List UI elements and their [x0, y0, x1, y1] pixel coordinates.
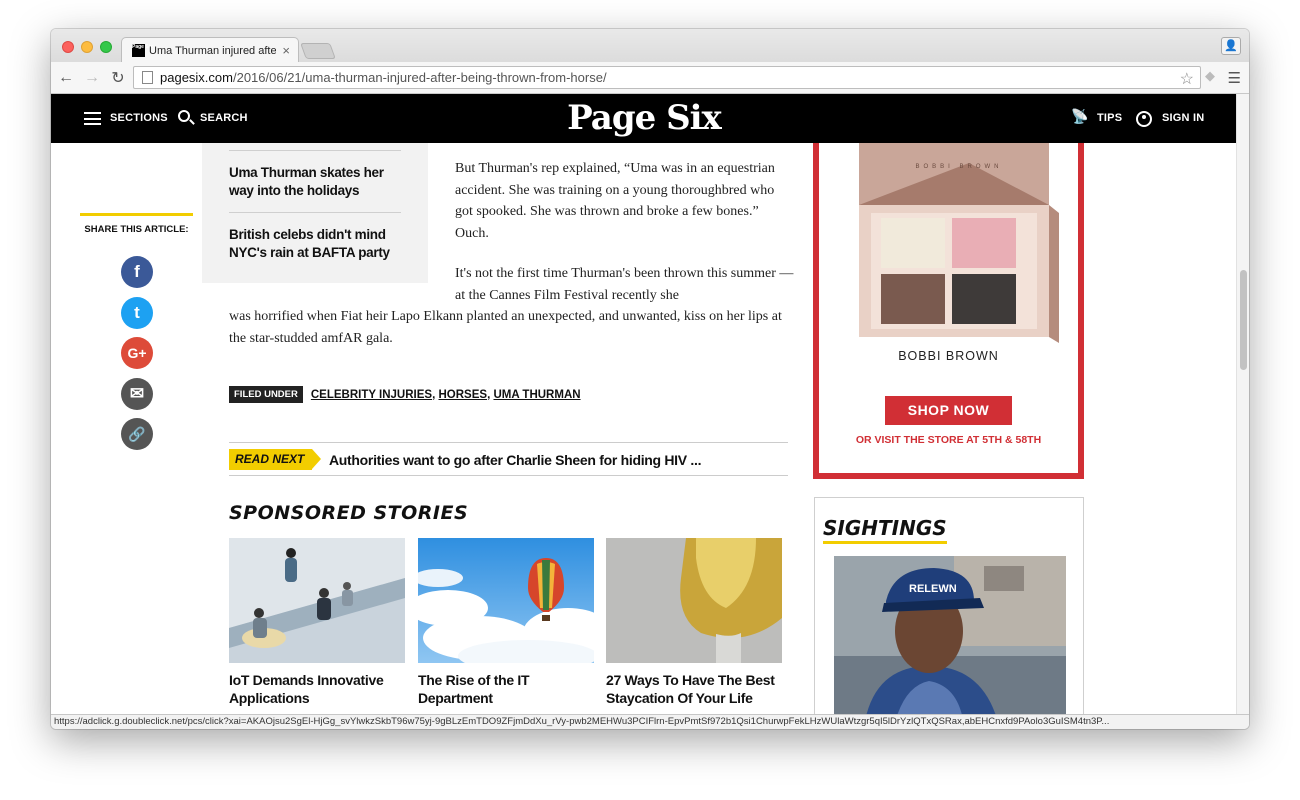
search-link[interactable]: SEARCH [200, 112, 248, 124]
shop-now-button[interactable]: SHOP NOW [885, 396, 1012, 425]
sightings-module: SIGHTINGS RELEWN [814, 497, 1084, 714]
facebook-icon[interactable]: f [121, 256, 153, 288]
minimize-window-button[interactable] [81, 41, 93, 53]
profile-icon[interactable]: 👤 [1221, 37, 1241, 55]
hamburger-menu-icon[interactable] [84, 112, 101, 125]
email-icon[interactable]: ✉ [121, 378, 153, 410]
read-next-bar[interactable]: READ NEXT Authorities want to go after C… [229, 442, 788, 476]
menu-icon[interactable]: ☰ [1228, 69, 1241, 87]
page-icon [142, 71, 153, 84]
close-window-button[interactable] [62, 41, 74, 53]
tab-strip: Page Six Uma Thurman injured afte × 👤 [51, 29, 1249, 63]
back-arrow-icon[interactable]: ← [55, 69, 77, 87]
tag-link[interactable]: HORSES [438, 389, 487, 401]
link-icon[interactable]: 🔗 [121, 418, 153, 450]
related-story-link[interactable]: Uma Thurman skates her way into the holi… [229, 164, 401, 200]
web-page: SECTIONS SEARCH Page Six 📡 TIPS SIGN IN … [51, 94, 1236, 714]
browser-window: Page Six Uma Thurman injured afte × 👤 ← … [51, 29, 1249, 729]
tag-separator: , [432, 388, 436, 401]
tab-close-icon[interactable]: × [282, 43, 290, 58]
divider [229, 212, 401, 213]
sponsored-story[interactable]: The Rise of the IT Department [418, 538, 594, 707]
divider [229, 150, 401, 151]
palette-brand-text: BOBBI BROWN [915, 164, 1002, 170]
twitter-icon[interactable]: t [121, 297, 153, 329]
zoom-window-button[interactable] [100, 41, 112, 53]
article-paragraph: was horrified when Fiat heir Lapo Elkann… [229, 309, 782, 346]
story-image[interactable] [229, 538, 405, 663]
address-bar[interactable]: pagesix.com /2016/06/21/uma-thurman-inju… [133, 66, 1201, 89]
sponsored-heading: SPONSORED STORIES [229, 502, 469, 524]
sightings-heading: SIGHTINGS [823, 516, 947, 544]
eyeshadow-palette-image[interactable]: BOBBI BROWN [849, 143, 1069, 343]
google-plus-icon[interactable]: G+ [121, 337, 153, 369]
url-path: /2016/06/21/uma-thurman-injured-after-be… [232, 70, 607, 85]
related-stories: Uma Thurman skates her way into the holi… [202, 143, 428, 283]
story-title[interactable]: The Rise of the IT Department [418, 671, 594, 707]
site-header: SECTIONS SEARCH Page Six 📡 TIPS SIGN IN [51, 94, 1236, 143]
filed-under-label: FILED UNDER [229, 386, 303, 403]
read-next-badge: READ NEXT [229, 449, 322, 470]
sponsored-story[interactable]: IoT Demands Innovative Applications [229, 538, 405, 707]
sightings-photo[interactable]: RELEWN [834, 556, 1066, 714]
user-icon[interactable] [1136, 111, 1152, 127]
bobbi-brown-ad[interactable]: BOBBI BROWN BOBBI BROWN SHOP NOW OR VISI… [813, 143, 1084, 479]
browser-tab[interactable]: Page Six Uma Thurman injured afte × [121, 37, 299, 63]
tag-separator: , [487, 388, 491, 401]
cap-text: RELEWN [909, 583, 957, 595]
tips-link[interactable]: TIPS [1097, 112, 1122, 124]
pagesix-favicon-icon: Page Six [132, 44, 153, 57]
share-accent-bar [80, 213, 193, 216]
sponsored-story[interactable]: 27 Ways To Have The Best Staycation Of Y… [606, 538, 782, 707]
article-paragraph: It's not the first time Thurman's been t… [455, 266, 794, 303]
forward-arrow-icon[interactable]: → [81, 69, 103, 87]
tab-title: Uma Thurman injured afte [149, 44, 277, 57]
reload-icon[interactable]: ↻ [107, 68, 129, 88]
related-story-link[interactable]: British celebs didn't mind NYC's rain at… [229, 226, 401, 262]
pagesix-logo[interactable]: Page Six [561, 98, 727, 138]
tips-antenna-icon[interactable]: 📡 [1071, 108, 1088, 125]
url-host: pagesix.com [160, 70, 233, 85]
sign-in-link[interactable]: SIGN IN [1162, 112, 1204, 124]
status-bar: https://adclick.g.doubleclick.net/pcs/cl… [51, 714, 1249, 729]
page-scrollbar[interactable] [1236, 94, 1249, 714]
share-label: SHARE THIS ARTICLE: [84, 224, 189, 235]
search-icon[interactable] [178, 110, 190, 122]
story-image[interactable] [606, 538, 782, 663]
tag-link[interactable]: CELEBRITY INJURIES [311, 389, 432, 401]
ad-brand-name: BOBBI BROWN [898, 349, 999, 363]
story-title[interactable]: 27 Ways To Have The Best Staycation Of Y… [606, 671, 782, 707]
sections-link[interactable]: SECTIONS [110, 112, 168, 124]
ad-store-text[interactable]: OR VISIT THE STORE AT 5TH & 58TH [819, 434, 1078, 446]
story-image[interactable] [418, 538, 594, 663]
article-paragraph: But Thurman's rep explained, “Uma was in… [455, 161, 775, 241]
bookmark-star-icon[interactable]: ☆ [1180, 69, 1194, 89]
story-title[interactable]: IoT Demands Innovative Applications [229, 671, 405, 707]
browser-toolbar: ← → ↻ pagesix.com /2016/06/21/uma-thurma… [51, 62, 1249, 94]
dropbox-icon[interactable]: ◆ [1205, 68, 1215, 84]
read-next-title[interactable]: Authorities want to go after Charlie She… [329, 452, 701, 468]
new-tab-button[interactable] [300, 43, 336, 59]
filed-under: FILED UNDER CELEBRITY INJURIES, HORSES, … [229, 386, 581, 403]
scrollbar-thumb[interactable] [1240, 270, 1247, 370]
tag-link[interactable]: UMA THURMAN [493, 389, 580, 401]
